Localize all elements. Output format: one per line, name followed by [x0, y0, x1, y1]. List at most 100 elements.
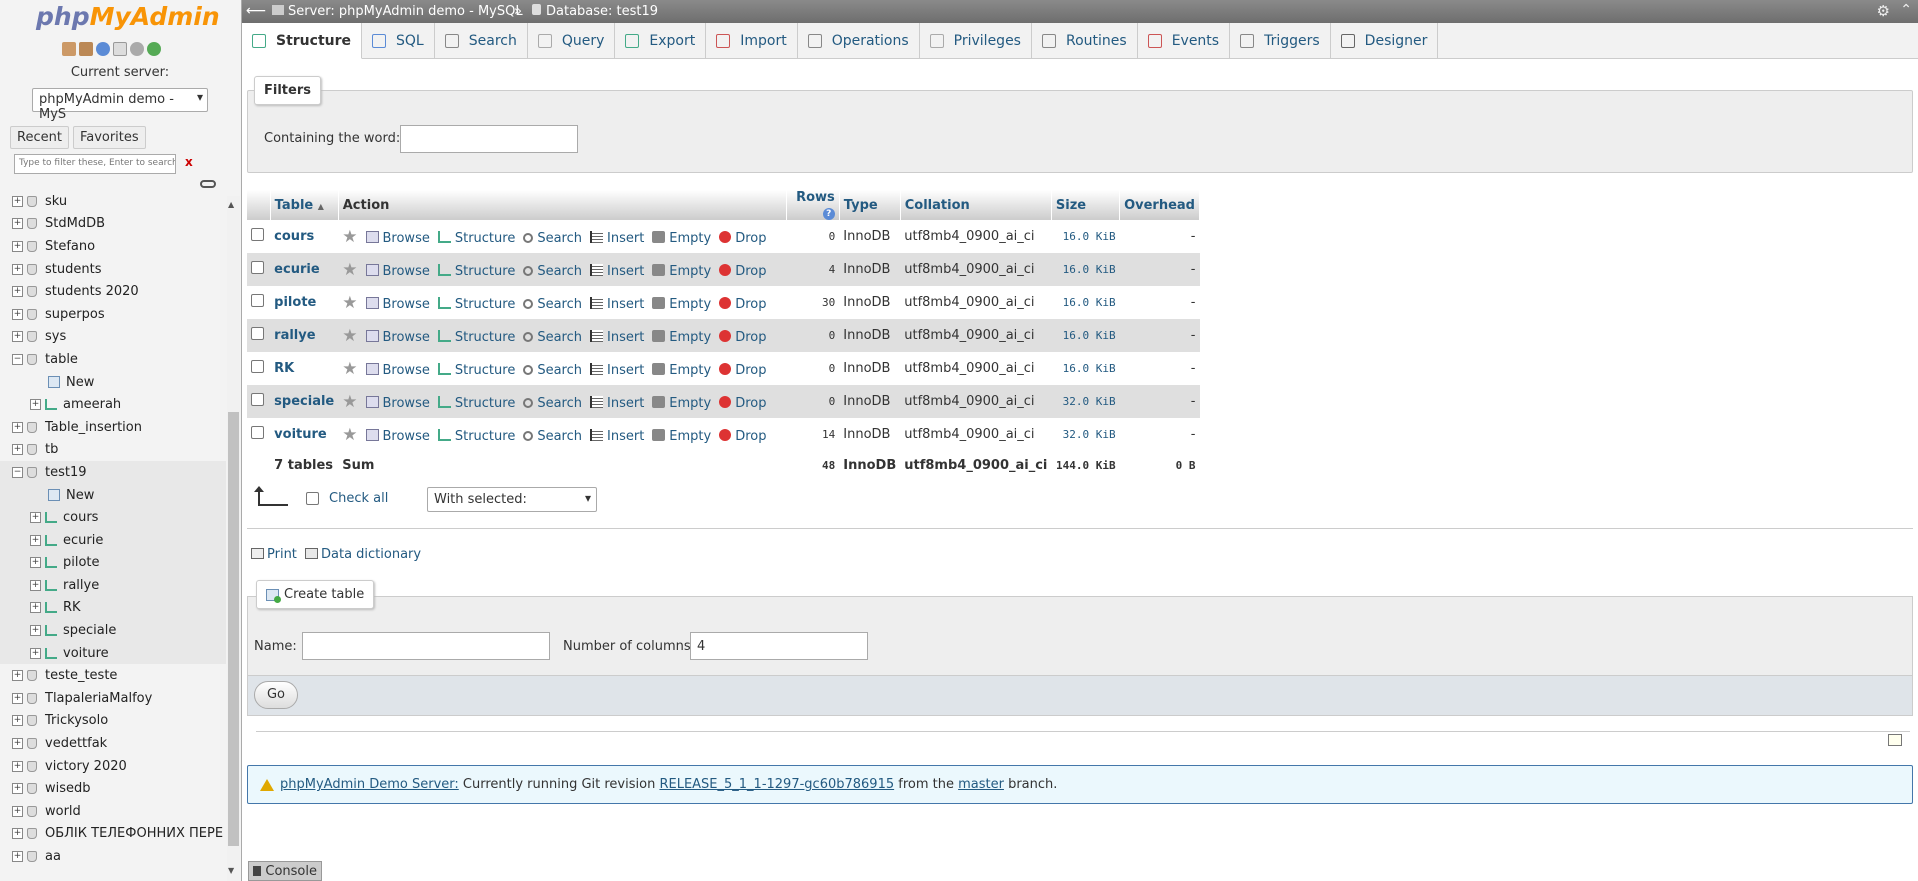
collapse-top-menu-icon[interactable]: ⌃ [1900, 2, 1912, 18]
row-checkbox[interactable] [251, 426, 264, 439]
master-branch-link[interactable]: master [958, 777, 1004, 792]
row-checkbox[interactable] [251, 393, 264, 406]
tree-item-victory-2020[interactable]: + victory 2020 [0, 755, 226, 778]
database-breadcrumb[interactable]: Database: test19 [532, 4, 658, 19]
console-toggle[interactable]: Console [248, 861, 322, 881]
structure-action[interactable]: Structure [437, 296, 515, 312]
header-type[interactable]: Type [839, 190, 901, 220]
home-icon[interactable] [62, 42, 76, 56]
table-name-link[interactable]: RK [270, 352, 339, 385]
check-all-label[interactable]: Check all [329, 491, 388, 506]
print-link[interactable]: Print [251, 547, 297, 562]
table-size-link[interactable]: 16.0 KiB [1051, 220, 1120, 253]
recent-tab[interactable]: Recent [10, 126, 69, 149]
empty-action[interactable]: Empty [652, 395, 711, 411]
sql-query-icon[interactable] [79, 42, 93, 56]
database-filter-input[interactable]: Type to filter these, Enter to search al [14, 154, 176, 174]
server-breadcrumb[interactable]: Server: phpMyAdmin demo - MySQL [272, 4, 523, 19]
drop-action[interactable]: Drop [719, 230, 767, 246]
table-name-link[interactable]: speciale [270, 385, 339, 418]
favorite-star-icon[interactable]: ★ [342, 260, 357, 280]
empty-action[interactable]: Empty [652, 296, 711, 312]
insert-action[interactable]: Insert [590, 362, 644, 378]
search-action[interactable]: Search [523, 363, 582, 378]
tree-item-ecurie[interactable]: + ecurie [0, 528, 226, 552]
table-size-link[interactable]: 16.0 KiB [1051, 319, 1120, 352]
documentation-icon[interactable] [113, 42, 127, 56]
browse-action[interactable]: Browse [365, 230, 430, 246]
expand-icon[interactable]: + [12, 331, 23, 343]
go-button[interactable]: Go [254, 681, 298, 709]
table-size-link[interactable]: 16.0 KiB [1051, 352, 1120, 385]
favorite-star-icon[interactable]: ★ [342, 425, 357, 445]
git-revision-link[interactable]: RELEASE_5_1_1-1297-gc60b786915 [659, 777, 894, 792]
search-action[interactable]: Search [523, 396, 582, 411]
insert-action[interactable]: Insert [590, 263, 644, 279]
expand-icon[interactable]: + [12, 286, 23, 298]
row-checkbox[interactable] [251, 327, 264, 340]
drop-action[interactable]: Drop [719, 263, 767, 279]
drop-action[interactable]: Drop [719, 329, 767, 345]
expand-icon[interactable]: + [12, 692, 23, 704]
tree-item-aa[interactable]: + aa [0, 845, 226, 868]
sidebar-scroll-thumb[interactable] [228, 412, 239, 846]
row-checkbox[interactable] [251, 228, 264, 241]
expand-icon[interactable]: + [12, 805, 23, 817]
insert-action[interactable]: Insert [590, 296, 644, 312]
expand-icon[interactable]: + [12, 715, 23, 727]
scroll-down-icon[interactable]: ▼ [228, 866, 234, 875]
favorites-tab[interactable]: Favorites [72, 126, 146, 149]
expand-icon[interactable]: + [30, 557, 41, 569]
expand-icon[interactable]: + [12, 828, 23, 840]
expand-icon[interactable]: + [30, 625, 41, 637]
empty-action[interactable]: Empty [652, 428, 711, 444]
header-table[interactable]: Table ▲ [270, 190, 339, 220]
structure-action[interactable]: Structure [437, 395, 515, 411]
tab-routines[interactable]: Routines [1032, 23, 1138, 59]
expand-icon[interactable]: + [12, 218, 23, 230]
structure-action[interactable]: Structure [437, 329, 515, 345]
tab-search[interactable]: Search [435, 23, 528, 59]
tab-triggers[interactable]: Triggers [1230, 23, 1331, 59]
expand-icon[interactable]: + [12, 444, 23, 456]
favorite-star-icon[interactable]: ★ [342, 392, 357, 412]
tab-export[interactable]: Export [615, 23, 707, 59]
table-size-link[interactable]: 16.0 KiB [1051, 253, 1120, 286]
drop-action[interactable]: Drop [719, 395, 767, 411]
tree-item-pilote[interactable]: + pilote [0, 551, 226, 575]
tab-sql[interactable]: SQL [362, 23, 435, 59]
tab-structure[interactable]: Structure [242, 23, 363, 59]
table-name-link[interactable]: pilote [270, 286, 339, 319]
insert-action[interactable]: Insert [590, 329, 644, 345]
table-name-link[interactable]: ecurie [270, 253, 339, 286]
search-action[interactable]: Search [523, 231, 582, 246]
containing-word-input[interactable] [400, 125, 578, 153]
tree-item-voiture[interactable]: + voiture [0, 641, 226, 665]
structure-action[interactable]: Structure [437, 230, 515, 246]
settings-gear-icon[interactable] [130, 42, 144, 56]
expand-icon[interactable]: + [12, 783, 23, 795]
tree-item-table-insertion[interactable]: + Table_insertion [0, 416, 226, 439]
tab-designer[interactable]: Designer [1331, 23, 1439, 59]
tree-item-test19[interactable]: − test19 [0, 461, 226, 484]
tab-query[interactable]: Query [528, 23, 616, 59]
insert-action[interactable]: Insert [590, 230, 644, 246]
empty-action[interactable]: Empty [652, 329, 711, 345]
row-checkbox[interactable] [251, 261, 264, 274]
table-name-input[interactable] [302, 632, 550, 660]
help-icon[interactable]: ? [822, 208, 835, 220]
header-rows[interactable]: Rows ? [786, 190, 840, 220]
row-checkbox[interactable] [251, 294, 264, 307]
tree-item-rallye[interactable]: + rallye [0, 574, 226, 597]
browse-action[interactable]: Browse [365, 329, 430, 345]
tree-item-speciale[interactable]: + speciale [0, 619, 226, 642]
expand-icon[interactable]: + [30, 602, 41, 614]
browse-action[interactable]: Browse [365, 362, 430, 378]
tree-item-students[interactable]: + students [0, 258, 226, 281]
expand-icon[interactable]: + [12, 263, 23, 275]
collapse-navigation-icon[interactable]: ⟵ [246, 3, 266, 19]
insert-action[interactable]: Insert [590, 428, 644, 444]
table-name-link[interactable]: rallye [270, 319, 339, 352]
tree-item-rk[interactable]: + RK [0, 596, 226, 620]
help-icon[interactable] [96, 42, 110, 56]
